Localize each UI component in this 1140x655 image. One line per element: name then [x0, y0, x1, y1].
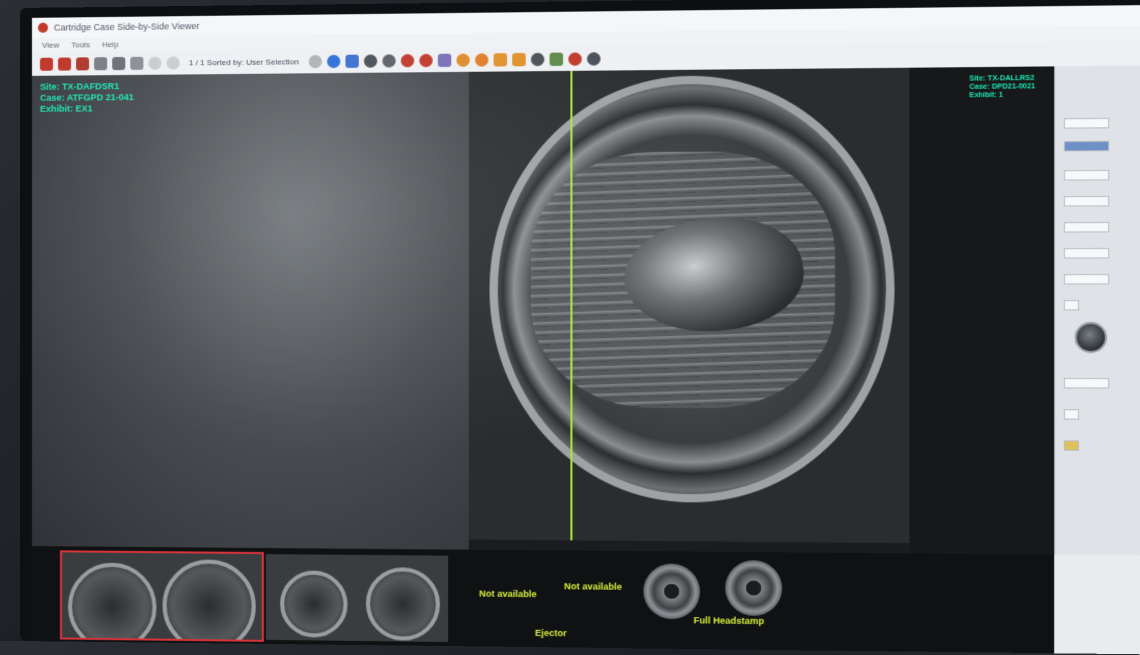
- setting-checkbox-3[interactable]: [1064, 440, 1079, 450]
- skip-forward-icon[interactable]: [327, 54, 340, 67]
- setting-field-4[interactable]: [1064, 222, 1109, 233]
- light-direction-knob[interactable]: [1075, 322, 1107, 353]
- zoom-out-icon[interactable]: [419, 53, 432, 66]
- headstamp-thumbnail-2[interactable]: [725, 560, 782, 616]
- cartridge-case-image[interactable]: [469, 68, 910, 543]
- arrow-right-icon[interactable]: [512, 52, 525, 65]
- comparison-divider[interactable]: [570, 71, 572, 541]
- move-icon[interactable]: [345, 54, 358, 67]
- skip-back-icon[interactable]: [308, 54, 321, 67]
- setting-checkbox-1[interactable]: [1064, 300, 1079, 310]
- crosshair-icon[interactable]: [530, 52, 543, 65]
- menu-view[interactable]: View: [42, 40, 59, 49]
- settings-panel: [1054, 65, 1140, 555]
- thumbnail-strip: Not available Not available Ejector Full…: [32, 546, 1054, 653]
- left-exhibit: Exhibit: EX1: [40, 103, 134, 115]
- headstamp-thumbnail-1[interactable]: [643, 563, 700, 619]
- setting-field-3[interactable]: [1064, 196, 1109, 207]
- record-icon[interactable]: [130, 56, 143, 69]
- app-icon: [38, 23, 48, 33]
- right-exhibit: Exhibit: 1: [969, 91, 1035, 100]
- setting-field-6[interactable]: [1064, 274, 1109, 284]
- not-available-label-1: Not available: [479, 588, 536, 599]
- left-image-info: Site: TX-DAFDSR1 Case: ATFGPD 21-041 Exh…: [40, 81, 134, 115]
- sort-status: 1 / 1 Sorted by: User Selection: [189, 57, 299, 67]
- menu-tools[interactable]: Tools: [71, 40, 90, 49]
- light-alt-icon[interactable]: [474, 53, 487, 66]
- gear-icon[interactable]: [58, 57, 71, 70]
- ejector-label: Ejector: [535, 628, 567, 639]
- setting-field-1[interactable]: [1064, 118, 1109, 129]
- left-site: Site: TX-DAFDSR1: [40, 81, 134, 93]
- prev-icon[interactable]: [148, 56, 161, 69]
- print-icon[interactable]: [112, 56, 125, 69]
- setting-checkbox-2[interactable]: [1064, 409, 1079, 419]
- thumbnail-selected[interactable]: [62, 552, 262, 639]
- monitor-bezel: Cartridge Case Side-by-Side Viewer View …: [20, 0, 1140, 655]
- thumbnail-2[interactable]: [266, 554, 448, 642]
- home-icon[interactable]: [40, 57, 53, 70]
- thumbnail-2-ring-left: [280, 570, 347, 637]
- image-adjust-icon[interactable]: [437, 53, 450, 66]
- full-headstamp-label: Full Headstamp: [694, 615, 765, 626]
- setting-field-2[interactable]: [1064, 170, 1109, 181]
- rotate-icon[interactable]: [363, 54, 376, 67]
- not-available-label-2: Not available: [564, 581, 622, 592]
- setting-slider-1[interactable]: [1064, 141, 1109, 152]
- app-window: Cartridge Case Side-by-Side Viewer View …: [32, 5, 1140, 655]
- target-icon[interactable]: [382, 54, 395, 67]
- left-case: Case: ATFGPD 21-041: [40, 92, 134, 104]
- right-case: Case: DPD21-0021: [969, 83, 1035, 92]
- right-image-pane[interactable]: Site: TX-DALLRS2 Case: DPD21-0021 Exhibi…: [909, 66, 1054, 554]
- left-image-pane[interactable]: Site: TX-DAFDSR1 Case: ATFGPD 21-041 Exh…: [32, 72, 469, 550]
- star-icon[interactable]: [568, 52, 582, 65]
- thumbnail-ring-left: [68, 562, 156, 639]
- zoom-in-icon[interactable]: [400, 54, 413, 67]
- menu-help[interactable]: Help: [102, 39, 119, 48]
- right-image-info: Site: TX-DALLRS2 Case: DPD21-0021 Exhibi…: [969, 75, 1035, 100]
- measure-icon[interactable]: [549, 52, 563, 65]
- arrow-left-icon[interactable]: [493, 53, 506, 66]
- thumbnail-ring-right: [163, 559, 256, 640]
- thumbnail-2-ring-right: [366, 567, 440, 641]
- setting-field-7[interactable]: [1064, 378, 1109, 388]
- window-title: Cartridge Case Side-by-Side Viewer: [54, 21, 199, 33]
- light-icon[interactable]: [456, 53, 469, 66]
- next-icon[interactable]: [167, 56, 180, 69]
- setting-field-5[interactable]: [1064, 248, 1109, 259]
- refresh-icon[interactable]: [76, 57, 89, 70]
- comparison-workspace[interactable]: Site: TX-DAFDSR1 Case: ATFGPD 21-041 Exh…: [32, 66, 1054, 554]
- save-icon[interactable]: [94, 57, 107, 70]
- info-icon[interactable]: [587, 52, 601, 65]
